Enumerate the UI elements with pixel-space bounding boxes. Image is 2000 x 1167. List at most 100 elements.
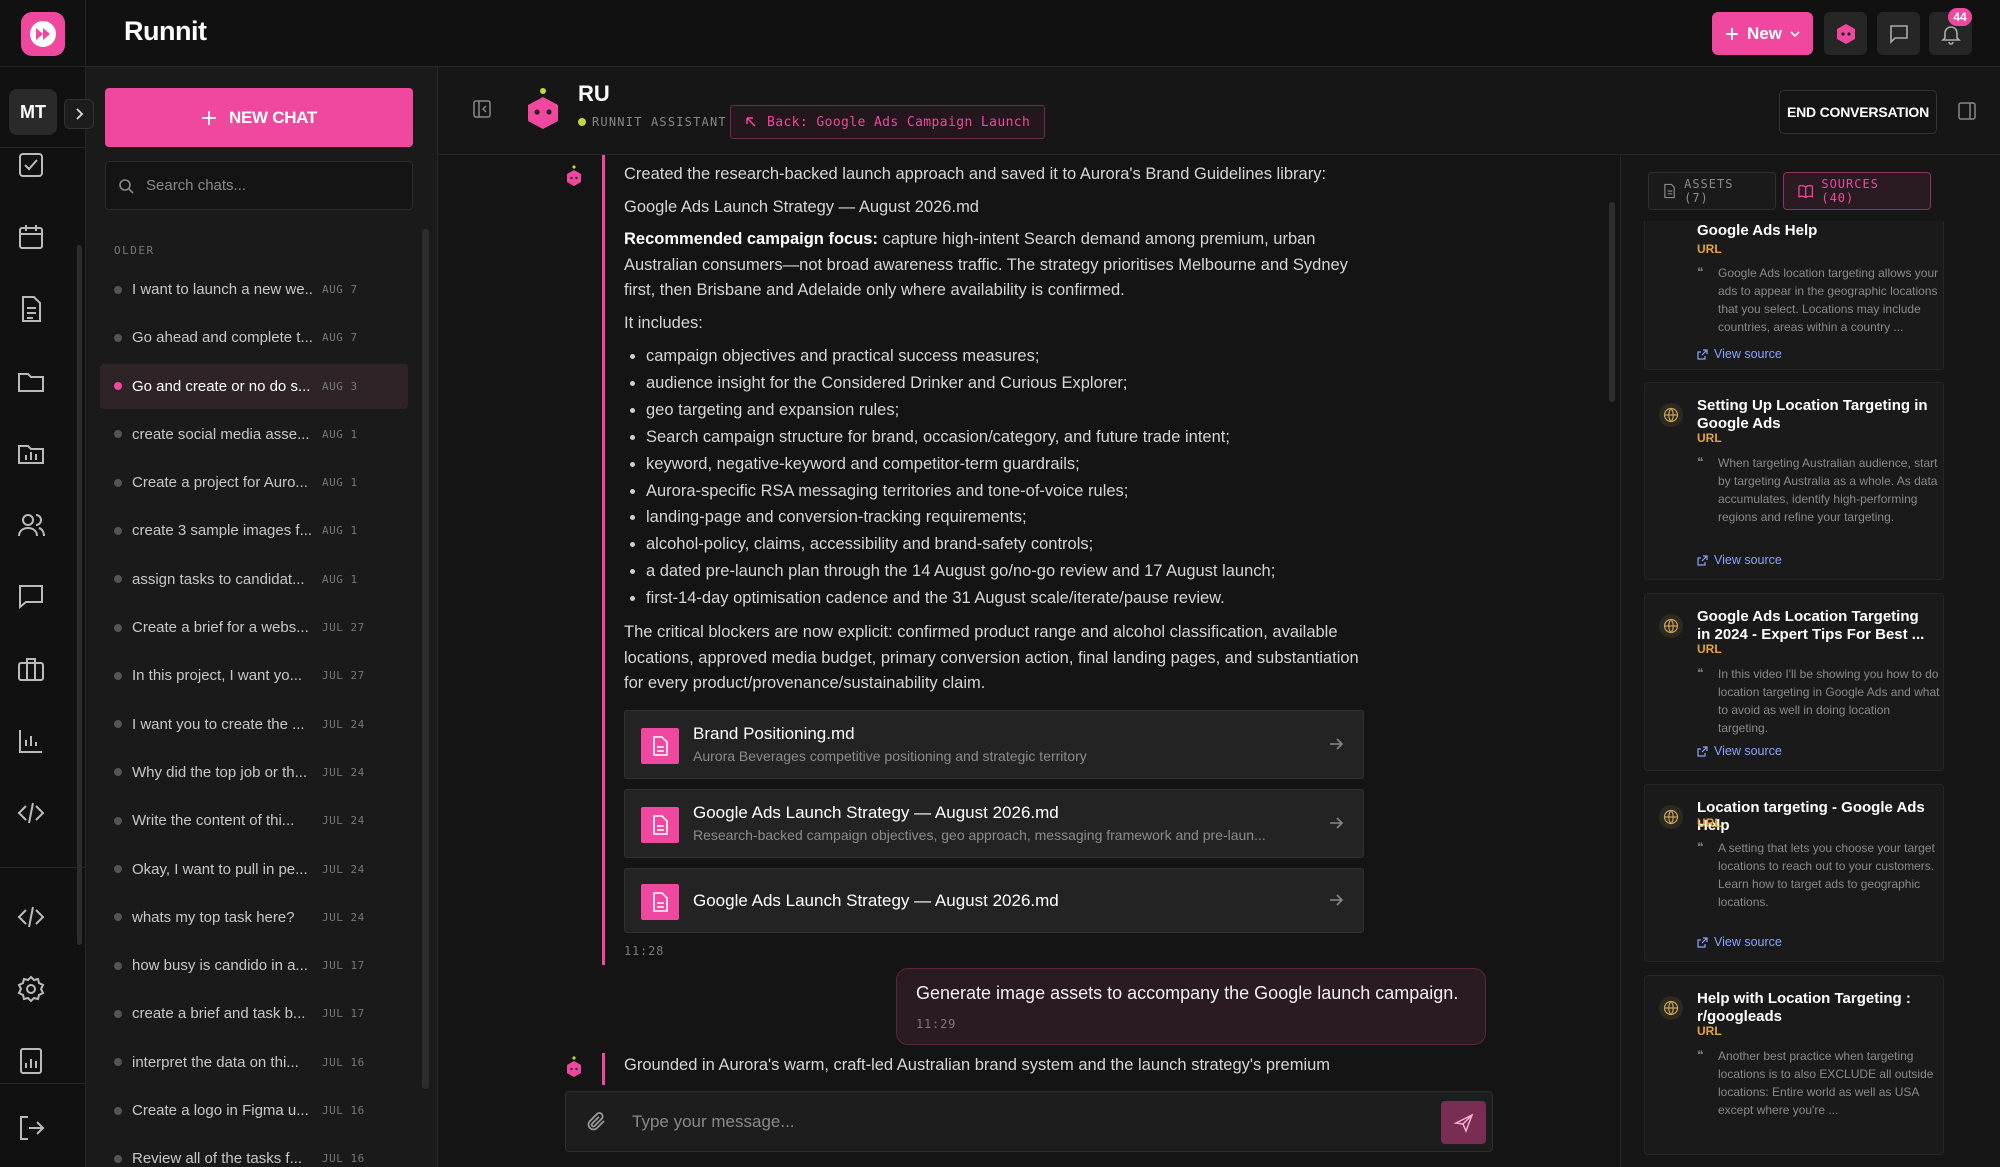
briefcase-icon[interactable]	[11, 649, 51, 689]
logout-icon[interactable]	[11, 1108, 51, 1148]
chat-list-item[interactable]: Why did the top job or th... JUL 24	[100, 750, 408, 795]
user-message-text: Generate image assets to accompany the G…	[916, 983, 1459, 1003]
message-input[interactable]	[632, 1108, 1392, 1136]
document-card[interactable]: Google Ads Launch Strategy — August 2026…	[624, 789, 1364, 858]
message-composer	[565, 1091, 1493, 1152]
rail-divider	[0, 867, 86, 868]
tasks-icon[interactable]	[11, 145, 51, 185]
chat-title: Okay, I want to pull in pe...	[132, 860, 308, 878]
end-conversation-button[interactable]: END CONVERSATION	[1779, 90, 1937, 134]
users-icon[interactable]	[11, 505, 51, 545]
chat-status-dot	[114, 382, 122, 391]
view-source-link[interactable]: View source	[1697, 553, 1782, 567]
chat-list-item[interactable]: Go and create or no do s... AUG 3	[100, 363, 408, 409]
rail-scrollbar[interactable]	[77, 245, 82, 945]
chat-title: assign tasks to candidat...	[132, 570, 305, 588]
view-source-link[interactable]: View source	[1697, 935, 1782, 949]
document-card[interactable]: Google Ads Launch Strategy — August 2026…	[624, 868, 1364, 933]
chat-list-item[interactable]: In this project, I want yo... JUL 27	[100, 653, 408, 698]
chat-date: AUG 3	[322, 379, 358, 393]
expand-rail-button[interactable]	[64, 99, 94, 129]
chat-list-item[interactable]: Write the content of thi... JUL 24	[100, 798, 408, 843]
chat-list-item[interactable]: Create a logo in Figma u... JUL 16	[100, 1088, 408, 1133]
tab-sources[interactable]: SOURCES (40)	[1783, 172, 1931, 210]
bullet-item: Search campaign structure for brand, occ…	[624, 424, 1364, 451]
document-subtitle: Aurora Beverages competitive positioning…	[693, 748, 1087, 764]
chat-list-item[interactable]: I want you to create the ... JUL 24	[100, 702, 408, 747]
search-input[interactable]	[146, 177, 396, 194]
chat-list-item[interactable]: create social media asse... AUG 1	[100, 412, 408, 457]
chat-list-item[interactable]: create 3 sample images f... AUG 1	[100, 508, 408, 553]
bullet-item: first-14-day optimisation cadence and th…	[624, 585, 1364, 612]
chat-list-item[interactable]: I want to launch a new we... AUG 7	[100, 267, 408, 312]
chat-list-item[interactable]: whats my top task here? JUL 24	[100, 895, 408, 940]
back-to-project-button[interactable]: Back: Google Ads Campaign Launch	[730, 105, 1046, 139]
new-button[interactable]: New	[1712, 12, 1813, 55]
messages-button[interactable]	[1877, 12, 1920, 55]
chat-list-scrollbar[interactable]	[422, 229, 429, 1089]
tab-assets[interactable]: ASSETS (7)	[1648, 172, 1776, 210]
chart-icon[interactable]	[11, 721, 51, 761]
folder-icon[interactable]	[11, 361, 51, 401]
source-card[interactable]: Google Ads Location Targeting in 2024 - …	[1644, 593, 1944, 771]
chat-list-item[interactable]: how busy is candido in a... JUL 17	[100, 943, 408, 988]
sources-panel: ASSETS (7) SOURCES (40) Google Ads Help U…	[1620, 155, 2000, 1167]
collapse-panel-icon[interactable]	[1957, 101, 1977, 121]
chat-status-dot	[114, 865, 122, 874]
chat-list-item[interactable]: Review all of the tasks f... JUL 16	[100, 1136, 408, 1167]
document-icon	[1664, 183, 1675, 199]
chat-title: Create a project for Auro...	[132, 474, 308, 492]
source-card[interactable]: Location targeting - Google Ads Help URL ❝…	[1644, 784, 1944, 962]
arrow-right-icon	[1327, 814, 1345, 832]
source-card[interactable]: Setting Up Location Targeting in Google …	[1644, 382, 1944, 580]
assistant-button[interactable]	[1824, 12, 1867, 55]
document-icon[interactable]	[11, 289, 51, 329]
embed-icon[interactable]	[11, 897, 51, 937]
code-icon[interactable]	[11, 793, 51, 833]
chat-status-dot	[114, 1154, 122, 1163]
chat-list-item[interactable]: create a brief and task b... JUL 17	[100, 991, 408, 1036]
bullet-item: audience insight for the Considered Drin…	[624, 370, 1364, 397]
chat-list-item[interactable]: Create a project for Auro... AUG 1	[100, 460, 408, 505]
source-title: Location targeting - Google Ads Help	[1697, 799, 1925, 834]
new-button-label: New	[1747, 23, 1782, 43]
view-source-label: View source	[1714, 347, 1782, 361]
source-type: URL	[1697, 1024, 1722, 1038]
logo-container[interactable]	[0, 0, 86, 67]
source-card[interactable]: Google Ads Help URL ❝ Google Ads location t…	[1644, 221, 1944, 370]
calendar-icon[interactable]	[11, 217, 51, 257]
arrow-right-icon	[1327, 735, 1345, 753]
settings-icon[interactable]	[11, 969, 51, 1009]
chat-list-item[interactable]: Create a brief for a webs... JUL 27	[100, 605, 408, 650]
chat-icon[interactable]	[11, 577, 51, 617]
search-chats[interactable]	[105, 161, 413, 210]
chat-status-dot	[114, 575, 122, 584]
chat-title: whats my top task here?	[132, 908, 295, 926]
chat-list-item[interactable]: Go ahead and complete t... AUG 7	[100, 315, 408, 360]
chat-status-dot	[114, 768, 122, 777]
chat-list-item[interactable]: assign tasks to candidat... AUG 1	[100, 557, 408, 602]
chat-date: JUL 24	[322, 910, 365, 924]
chat-history-list: I want to launch a new we... AUG 7 Go ahea…	[100, 267, 408, 1167]
section-label: OLDER	[114, 244, 155, 257]
dashboard-icon[interactable]	[11, 433, 51, 473]
source-excerpt: Another best practice when targeting loc…	[1718, 1049, 1934, 1117]
reports-icon[interactable]	[11, 1041, 51, 1081]
chat-status-dot	[114, 526, 122, 535]
source-card[interactable]: Help with Location Targeting : r/googlea…	[1644, 975, 1944, 1155]
view-source-link[interactable]: View source	[1697, 744, 1782, 758]
message-scrollbar[interactable]	[1609, 202, 1615, 402]
view-source-link[interactable]: View source	[1697, 347, 1782, 361]
document-card[interactable]: Brand Positioning.md Aurora Beverages co…	[624, 710, 1364, 779]
paperclip-icon[interactable]	[585, 1110, 609, 1134]
chat-list-item[interactable]: interpret the data on thi... JUL 16	[100, 1040, 408, 1085]
chat-list-item[interactable]: Okay, I want to pull in pe... JUL 24	[100, 847, 408, 892]
source-type: URL	[1697, 431, 1722, 445]
avatar[interactable]: MT	[9, 89, 57, 135]
collapse-sidebar-icon[interactable]	[472, 99, 492, 119]
source-type: URL	[1697, 642, 1722, 656]
new-chat-button[interactable]: NEW CHAT	[105, 88, 413, 147]
send-button[interactable]	[1441, 1101, 1486, 1144]
arrow-right-icon	[1327, 891, 1345, 909]
view-source-label: View source	[1714, 553, 1782, 567]
